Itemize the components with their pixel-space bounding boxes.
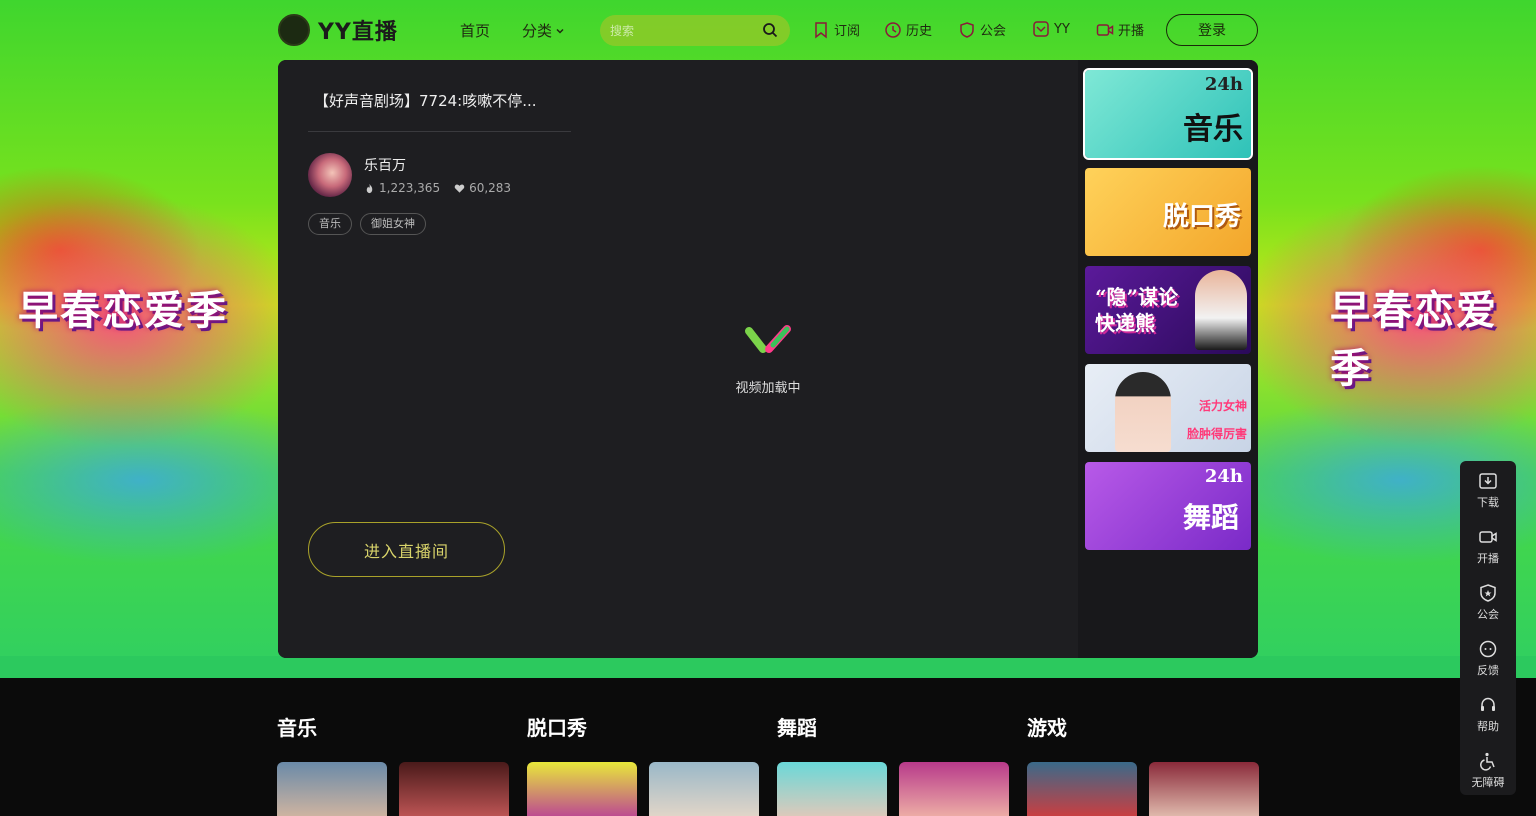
stream-card[interactable] <box>399 762 509 816</box>
hero-bottom-strip <box>0 656 1536 678</box>
search-box <box>600 15 790 46</box>
stream-card[interactable] <box>899 762 1009 816</box>
category-title-music[interactable]: 音乐 <box>277 712 317 741</box>
floating-toolbar: 下载 开播 公会 反馈 帮助 无障碍 <box>1460 461 1516 795</box>
loading-indicator: 视频加载中 <box>718 323 818 396</box>
recommend-sidebar: 24h 音乐 脱口秀 “隐”谋论 快递熊 活力女神 脸肿得厉害 24h 舞蹈 <box>1078 60 1258 658</box>
stream-card[interactable] <box>277 762 387 816</box>
tag-item[interactable]: 御姐女神 <box>360 213 426 235</box>
flame-icon <box>366 183 373 193</box>
logo-icon <box>278 14 310 46</box>
video-area[interactable]: 【好声音剧场】7724:咳嗽不停... 乐百万 1,223,365 60,283… <box>278 60 1078 658</box>
avatar[interactable] <box>308 153 352 197</box>
category-title-dance[interactable]: 舞蹈 <box>777 712 817 741</box>
hero-campaign-text-left: 早春恋爱季 <box>18 287 228 334</box>
anchor-stats: 1,223,365 60,283 <box>364 181 525 195</box>
feedback-icon <box>1479 640 1497 658</box>
likes-stat: 60,283 <box>454 181 511 195</box>
search-icon[interactable] <box>762 22 778 38</box>
tool-history[interactable]: 历史 <box>884 20 932 39</box>
accessibility-icon <box>1480 752 1495 771</box>
float-download-label: 下载 <box>1477 496 1499 509</box>
logo[interactable]: YY直播 <box>278 14 398 46</box>
login-button[interactable]: 登录 <box>1166 14 1258 46</box>
recommend-thumb-show[interactable]: “隐”谋论 快递熊 <box>1085 266 1251 354</box>
heart-icon <box>454 184 465 193</box>
hero-campaign-text-right: 早春恋爱季 <box>1330 287 1498 392</box>
float-accessibility[interactable]: 无障碍 <box>1460 751 1516 790</box>
float-help[interactable]: 帮助 <box>1460 695 1516 734</box>
thumb-label: 脱口秀 <box>1162 202 1241 232</box>
tool-guild-label: 公会 <box>980 24 1007 39</box>
stream-card[interactable] <box>777 762 887 816</box>
enter-room-button[interactable]: 进入直播间 <box>308 522 505 577</box>
room-title: 【好声音剧场】7724:咳嗽不停... <box>314 92 537 110</box>
thumb-label: 舞蹈 <box>1182 501 1239 534</box>
float-guild[interactable]: 公会 <box>1460 583 1516 622</box>
stream-card[interactable] <box>649 762 759 816</box>
thumb-label: 活力女神 脸肿得厉害 <box>1186 399 1247 441</box>
category-title-game[interactable]: 游戏 <box>1027 712 1067 741</box>
nav-link-home[interactable]: 首页 <box>460 20 490 41</box>
stream-card[interactable] <box>1027 762 1137 816</box>
anchor-name[interactable]: 乐百万 <box>364 155 406 175</box>
tool-go-live-label: 开播 <box>1118 24 1145 39</box>
tool-subscribe-label: 订阅 <box>834 24 861 39</box>
top-nav: YY直播 首页 分类 订阅 历史 公会 YY 开播 登录 <box>278 14 1258 46</box>
thumb-label: 音乐 <box>1183 112 1243 147</box>
float-accessibility-label: 无障碍 <box>1471 776 1505 789</box>
tool-history-label: 历史 <box>906 24 933 39</box>
bookmark-icon <box>815 21 827 39</box>
nav-link-category[interactable]: 分类 <box>522 20 565 41</box>
loading-logo-icon <box>745 325 791 353</box>
thumb-person <box>1115 372 1171 452</box>
thumb-person <box>1195 270 1247 350</box>
camera-icon <box>1479 531 1497 543</box>
recommend-thumb-dance[interactable]: 24h 舞蹈 <box>1085 462 1251 550</box>
shield-icon <box>960 21 974 38</box>
float-help-label: 帮助 <box>1477 720 1499 733</box>
popularity-value: 1,223,365 <box>379 181 441 195</box>
float-guild-label: 公会 <box>1477 608 1499 621</box>
popularity-stat: 1,223,365 <box>364 181 440 195</box>
float-download[interactable]: 下载 <box>1460 471 1516 510</box>
tool-subscribe[interactable]: 订阅 <box>812 20 860 39</box>
download-icon <box>1479 473 1497 489</box>
stream-card[interactable] <box>1149 762 1259 816</box>
title-divider <box>308 131 571 132</box>
tool-yy[interactable]: YY <box>1032 20 1070 38</box>
thumb-badge: 24h <box>1204 74 1243 95</box>
category-title-talkshow[interactable]: 脱口秀 <box>527 712 587 741</box>
recommend-thumb-talkshow[interactable]: 脱口秀 <box>1085 168 1251 256</box>
recommend-thumb-music[interactable]: 24h 音乐 <box>1083 68 1253 160</box>
stream-card[interactable] <box>527 762 637 816</box>
recommend-thumb-goddess[interactable]: 活力女神 脸肿得厉害 <box>1085 364 1251 452</box>
chevron-down-icon <box>556 28 564 34</box>
loading-text: 视频加载中 <box>735 381 801 396</box>
tool-go-live[interactable]: 开播 <box>1096 20 1144 39</box>
float-feedback[interactable]: 反馈 <box>1460 639 1516 678</box>
likes-value: 60,283 <box>469 181 512 195</box>
tool-guild[interactable]: 公会 <box>958 20 1006 39</box>
yy-icon <box>1033 21 1049 37</box>
float-go-live[interactable]: 开播 <box>1460 527 1516 566</box>
tag-list: 音乐 御姐女神 <box>308 213 434 235</box>
nav-link-category-label: 分类 <box>522 22 553 40</box>
float-go-live-label: 开播 <box>1477 552 1499 565</box>
tag-item[interactable]: 音乐 <box>308 213 352 235</box>
tool-yy-label: YY <box>1054 21 1070 37</box>
logo-text: YY直播 <box>318 20 398 45</box>
clock-icon <box>885 21 901 38</box>
thumb-label: “隐”谋论 快递熊 <box>1095 285 1179 335</box>
shield-icon <box>1480 584 1496 602</box>
thumb-badge: 24h <box>1204 466 1243 487</box>
headset-icon <box>1481 697 1495 711</box>
camera-icon <box>1096 23 1114 36</box>
player-panel: 【好声音剧场】7724:咳嗽不停... 乐百万 1,223,365 60,283… <box>278 60 1258 658</box>
search-input[interactable] <box>610 21 750 41</box>
float-feedback-label: 反馈 <box>1477 664 1499 677</box>
